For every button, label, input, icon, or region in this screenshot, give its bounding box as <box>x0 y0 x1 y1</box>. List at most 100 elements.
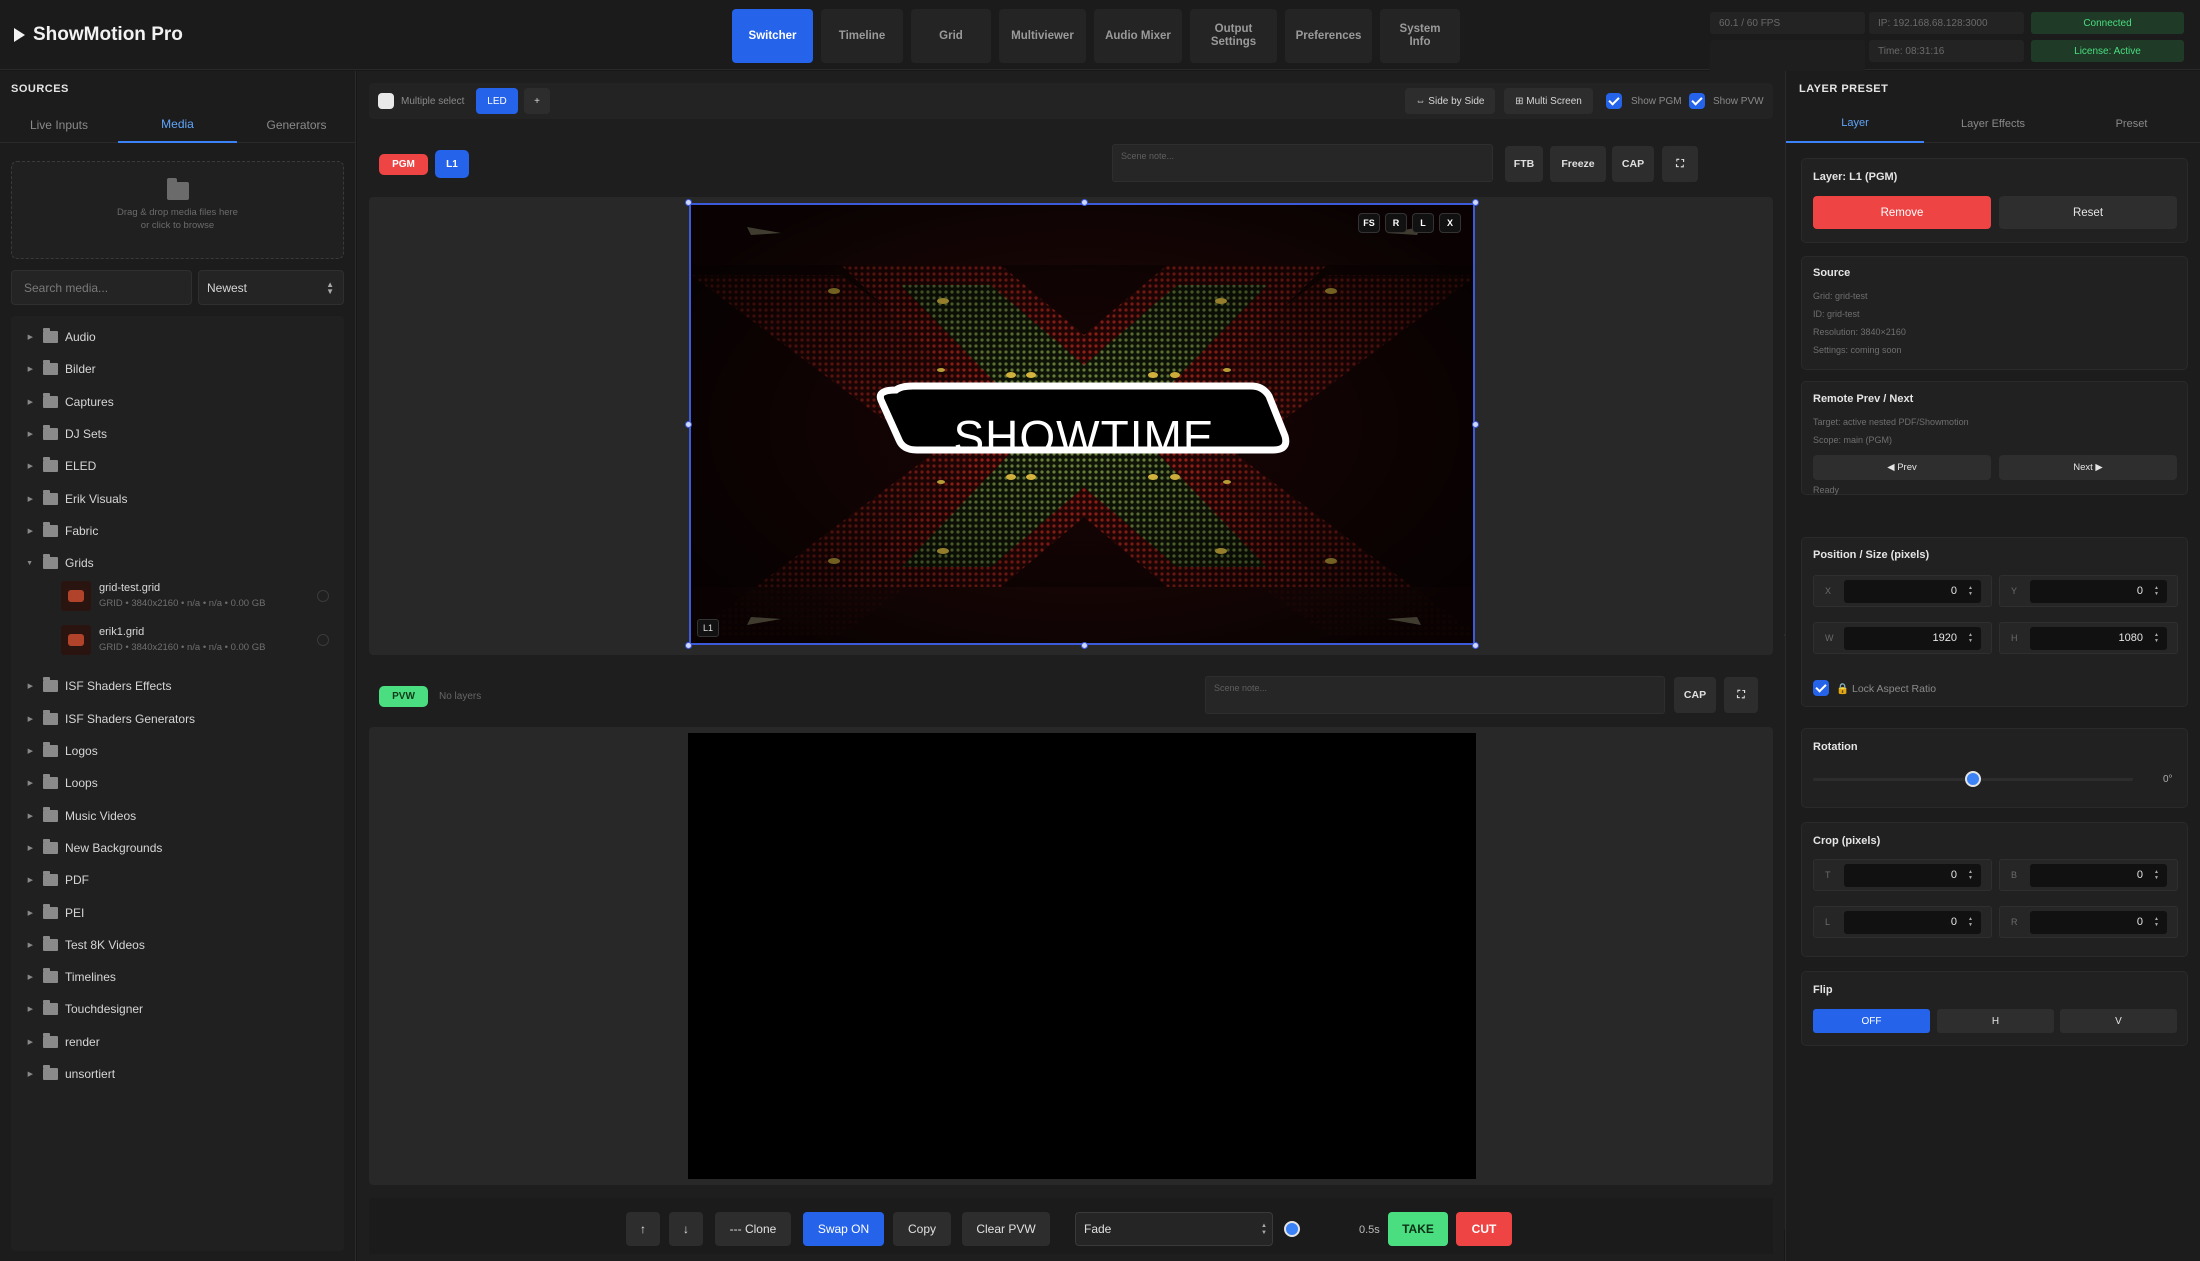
pgm-scene-note[interactable]: Scene note... <box>1112 144 1493 182</box>
collapsed-icon[interactable]: ▶ <box>11 973 33 981</box>
size-w-field[interactable]: W 1920 <box>1813 622 1992 654</box>
folder-unsortiert[interactable]: ▶ unsortiert <box>11 1058 344 1090</box>
pgm-layer-l1[interactable]: SHOWTIME FS R L X L1 <box>689 203 1475 645</box>
layer-close-button[interactable]: X <box>1439 213 1461 233</box>
collapsed-icon[interactable]: ▶ <box>11 527 33 535</box>
multi-screen-button[interactable]: ⊞ Multi Screen <box>1504 88 1593 114</box>
crop-left-value[interactable]: 0 <box>1844 911 1981 934</box>
folder-test-8k-videos[interactable]: ▶ Test 8K Videos <box>11 929 344 961</box>
collapsed-icon[interactable]: ▶ <box>11 1038 33 1046</box>
ftb-button[interactable]: FTB <box>1505 146 1543 182</box>
resize-handle-nw[interactable] <box>685 199 692 206</box>
crop-bottom-field[interactable]: B0 <box>1999 859 2178 891</box>
crop-right-value[interactable]: 0 <box>2030 911 2167 934</box>
collapsed-icon[interactable]: ▶ <box>11 812 33 820</box>
flip-h-button[interactable]: H <box>1937 1009 2054 1033</box>
folder-isf-shaders-generators[interactable]: ▶ ISF Shaders Generators <box>11 703 344 735</box>
resize-handle-sw[interactable] <box>685 642 692 649</box>
tab-preset[interactable]: Preset <box>2062 105 2200 143</box>
size-h-value[interactable]: 1080 <box>2030 627 2167 650</box>
collapsed-icon[interactable]: ▶ <box>11 844 33 852</box>
layer-left-button[interactable]: L <box>1412 213 1434 233</box>
crop-left-field[interactable]: L0 <box>1813 906 1992 938</box>
collapsed-icon[interactable]: ▶ <box>11 779 33 787</box>
show-pgm-checkbox[interactable] <box>1606 93 1622 109</box>
media-file-grid-test-grid[interactable]: grid-test.grid GRID • 3840x2160 • n/a • n… <box>11 577 344 617</box>
media-drop-zone[interactable]: Drag & drop media files here or click to… <box>11 161 344 259</box>
crop-top-field[interactable]: T0 <box>1813 859 1992 891</box>
resize-handle-w[interactable] <box>685 421 692 428</box>
file-select-radio[interactable] <box>317 634 329 647</box>
file-select-radio[interactable] <box>317 590 329 603</box>
pgm-capture-button[interactable]: CAP <box>1612 146 1654 182</box>
folder-render[interactable]: ▶ render <box>11 1026 344 1058</box>
folder-pdf[interactable]: ▶ PDF <box>11 864 344 896</box>
folder-music-videos[interactable]: ▶ Music Videos <box>11 800 344 832</box>
layer-fullscreen-button[interactable]: FS <box>1358 213 1380 233</box>
folder-audio[interactable]: ▶ Audio <box>11 321 344 353</box>
media-search-input[interactable] <box>11 270 192 305</box>
move-up-button[interactable]: ↑ <box>626 1212 660 1246</box>
layer-right-button[interactable]: R <box>1385 213 1407 233</box>
transition-duration-slider[interactable] <box>1284 1221 1300 1237</box>
collapsed-icon[interactable]: ▶ <box>11 1070 33 1078</box>
remote-prev-button[interactable]: ◀ Prev <box>1813 455 1991 480</box>
pgm-layer-l1-button[interactable]: L1 <box>435 150 469 178</box>
freeze-button[interactable]: Freeze <box>1550 146 1606 182</box>
folder-isf-shaders-effects[interactable]: ▶ ISF Shaders Effects <box>11 670 344 702</box>
pos-x-value[interactable]: 0 <box>1844 580 1981 603</box>
collapsed-icon[interactable]: ▶ <box>11 876 33 884</box>
resize-handle-e[interactable] <box>1472 421 1479 428</box>
collapsed-icon[interactable]: ▶ <box>11 1005 33 1013</box>
resize-handle-s[interactable] <box>1081 642 1088 649</box>
folder-logos[interactable]: ▶ Logos <box>11 735 344 767</box>
take-button[interactable]: TAKE <box>1388 1212 1448 1246</box>
nav-tab-preferences[interactable]: Preferences <box>1285 9 1372 63</box>
collapsed-icon[interactable]: ▶ <box>11 682 33 690</box>
move-down-button[interactable]: ↓ <box>669 1212 703 1246</box>
pos-x-field[interactable]: X0 <box>1813 575 1992 607</box>
remote-next-button[interactable]: Next ▶ <box>1999 455 2177 480</box>
folder-erik-visuals[interactable]: ▶ Erik Visuals <box>11 483 344 515</box>
collapsed-icon[interactable]: ▶ <box>11 430 33 438</box>
folder-eled[interactable]: ▶ ELED <box>11 450 344 482</box>
pvw-scene-note[interactable]: Scene note... <box>1205 676 1665 714</box>
cut-button[interactable]: CUT <box>1456 1212 1512 1246</box>
pos-y-field[interactable]: Y0 <box>1999 575 2178 607</box>
add-button[interactable]: + <box>524 88 550 114</box>
folder-loops[interactable]: ▶ Loops <box>11 767 344 799</box>
flip-v-button[interactable]: V <box>2060 1009 2177 1033</box>
folder-touchdesigner[interactable]: ▶ Touchdesigner <box>11 993 344 1025</box>
nav-tab-switcher[interactable]: Switcher <box>732 9 813 63</box>
pvw-fullscreen-button[interactable]: ⛶ <box>1724 677 1758 713</box>
tab-layer-effects[interactable]: Layer Effects <box>1924 105 2062 143</box>
nav-tab-output-settings[interactable]: Output Settings <box>1190 9 1277 63</box>
collapsed-icon[interactable]: ▶ <box>11 747 33 755</box>
crop-right-field[interactable]: R0 <box>1999 906 2178 938</box>
nav-tab-timeline[interactable]: Timeline <box>821 9 903 63</box>
nav-tab-grid[interactable]: Grid <box>911 9 991 63</box>
clear-pvw-button[interactable]: Clear PVW <box>962 1212 1050 1246</box>
collapsed-icon[interactable]: ▶ <box>11 462 33 470</box>
sort-select[interactable]: Newest ▲ ▼ <box>198 270 344 305</box>
collapsed-icon[interactable]: ▶ <box>11 398 33 406</box>
collapsed-icon[interactable]: ▶ <box>11 495 33 503</box>
swap-button[interactable]: Swap ON <box>803 1212 884 1246</box>
show-pvw-checkbox[interactable] <box>1689 93 1705 109</box>
clone-button[interactable]: --- Clone <box>715 1212 791 1246</box>
resize-handle-n[interactable] <box>1081 199 1088 206</box>
tab-layer[interactable]: Layer <box>1786 105 1924 143</box>
pvw-canvas[interactable] <box>688 733 1476 1179</box>
folder-grids[interactable]: ▼ Grids <box>11 547 344 579</box>
folder-fabric[interactable]: ▶ Fabric <box>11 515 344 547</box>
reset-layer-button[interactable]: Reset <box>1999 196 2177 229</box>
size-w-value[interactable]: 1920 <box>1844 627 1981 650</box>
flip-off-button[interactable]: OFF <box>1813 1009 1930 1033</box>
nav-tab-multiviewer[interactable]: Multiviewer <box>999 9 1086 63</box>
size-h-field[interactable]: H 1080 <box>1999 622 2178 654</box>
transition-select[interactable]: Fade ▲ ▼ <box>1075 1212 1273 1246</box>
resize-handle-se[interactable] <box>1472 642 1479 649</box>
expanded-icon[interactable]: ▼ <box>11 560 33 567</box>
collapsed-icon[interactable]: ▶ <box>11 941 33 949</box>
side-by-side-button[interactable]: ⇔ Side by Side <box>1405 88 1495 114</box>
